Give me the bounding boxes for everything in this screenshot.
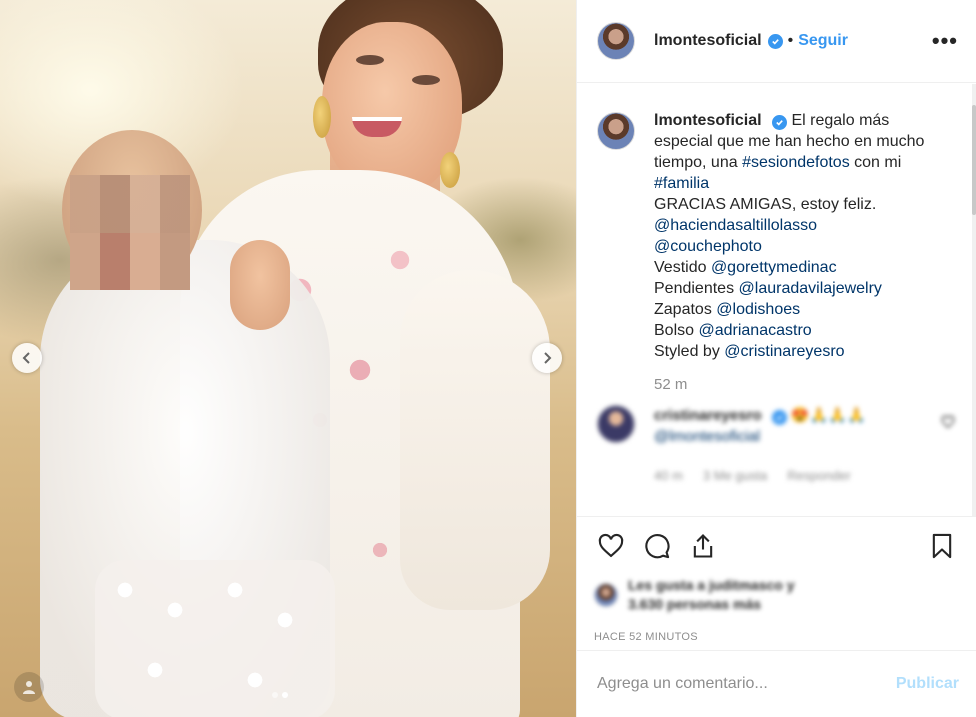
author-avatar[interactable] [597,22,635,60]
hashtag-link[interactable]: #familia [654,175,709,192]
post-timestamp[interactable]: HACE 52 MINUTOS [594,631,959,643]
chevron-right-icon [544,352,552,364]
header-separator: • [787,32,794,49]
add-comment-bar: Publicar [577,650,976,717]
verified-icon [767,33,783,49]
caption-time[interactable]: 52 m [654,374,944,395]
chevron-left-icon [22,352,30,364]
reply-button[interactable]: Responder [787,465,851,486]
author-username[interactable]: lmontesoficial [654,32,762,50]
comment-button[interactable] [640,530,674,562]
share-button[interactable] [686,530,720,562]
mention-link[interactable]: @lmontesoficial [654,428,760,445]
mention-link[interactable]: @cristinareyesro [724,343,844,360]
action-icons [594,530,959,562]
comment-avatar[interactable] [597,405,635,443]
carousel-dot [272,692,278,698]
mention-link[interactable]: @adrianacastro [698,322,811,339]
more-options-button[interactable]: ••• [932,28,958,54]
share-icon [693,534,713,558]
caption-username[interactable]: lmontesoficial [654,112,762,129]
photo-eye-left [356,55,384,65]
comment-username[interactable]: cristinareyesro [654,407,762,424]
caption-text: con mi [854,154,902,171]
comments-list[interactable]: lmontesoficial El regalo más especial qu… [577,84,973,516]
caption-avatar[interactable] [597,112,635,150]
mention-link[interactable]: @lauradavilajewelry [739,280,882,297]
comment-input[interactable] [597,675,896,693]
heart-icon[interactable] [941,415,955,429]
credit-label: Zapatos [654,301,712,318]
comment-emojis: 😍🙏🙏🙏 [790,407,866,424]
photo-sleeve [400,270,550,610]
photo-earring-right [440,152,460,188]
credit-label: Styled by [654,343,720,360]
photo-lace [95,560,335,717]
mention-link[interactable]: @haciendasaltillolasso [654,217,817,234]
post-actions: Les gusta a juditmasco y 3.630 personas … [577,516,976,643]
mention-link[interactable]: @couchephoto [654,238,762,255]
carousel-dot-active [282,692,288,698]
scrollbar-thumb[interactable] [972,105,976,215]
user-tag-button[interactable] [14,672,44,702]
carousel-dots [272,692,288,698]
credit-label: Bolso [654,322,695,339]
heart-icon [598,533,624,558]
comment-likes[interactable]: 3 Me gusta [703,465,767,486]
likes-summary[interactable]: Les gusta a juditmasco y 3.630 personas … [594,576,959,614]
post-header: lmontesoficial • Seguir ••• [577,0,976,83]
post-photo[interactable] [0,0,576,717]
liker-avatar [594,583,618,607]
photo-earring-left [313,96,331,138]
save-button[interactable] [925,530,959,562]
user-tag-icon [23,681,35,694]
bookmark-icon [932,533,952,559]
credit-label: Pendientes [654,280,735,297]
photo-eye-right [412,75,440,85]
credit-label: Vestido [654,259,707,276]
verified-icon [772,115,788,130]
caption-body: lmontesoficial El regalo más especial qu… [654,110,944,395]
hashtag-link[interactable]: #sesiondefotos [742,154,850,171]
likes-text: Les gusta a juditmasco y 3.630 personas … [628,576,795,614]
comment-meta: 40 m 3 Me gusta Responder [654,465,914,486]
likes-line-1: Les gusta a juditmasco y [628,577,795,593]
mention-link[interactable]: @lodishoes [716,301,800,318]
follow-button[interactable]: Seguir [798,32,848,50]
carousel-next-button[interactable] [532,343,562,373]
post-side-panel: lmontesoficial • Seguir ••• lmontesofici… [576,0,976,717]
comment-time[interactable]: 40 m [654,465,683,486]
caption: lmontesoficial El regalo más especial qu… [597,110,955,395]
comment-item: cristinareyesro 😍🙏🙏🙏 @lmontesoficial 40 … [597,405,955,486]
caption-line: GRACIAS AMIGAS, estoy feliz. [654,196,877,213]
carousel-prev-button[interactable] [12,343,42,373]
verified-icon [771,410,787,425]
like-button[interactable] [594,530,628,562]
comment-icon [645,534,670,559]
photo-baby-arm [230,240,290,330]
likes-line-2[interactable]: 3.630 personas más [628,595,795,614]
photo-pixelated-face-lower [70,233,190,290]
publish-button[interactable]: Publicar [896,675,959,693]
mention-link[interactable]: @gorettymedinac [711,259,837,276]
comment-body: cristinareyesro 😍🙏🙏🙏 @lmontesoficial 40 … [654,405,914,486]
